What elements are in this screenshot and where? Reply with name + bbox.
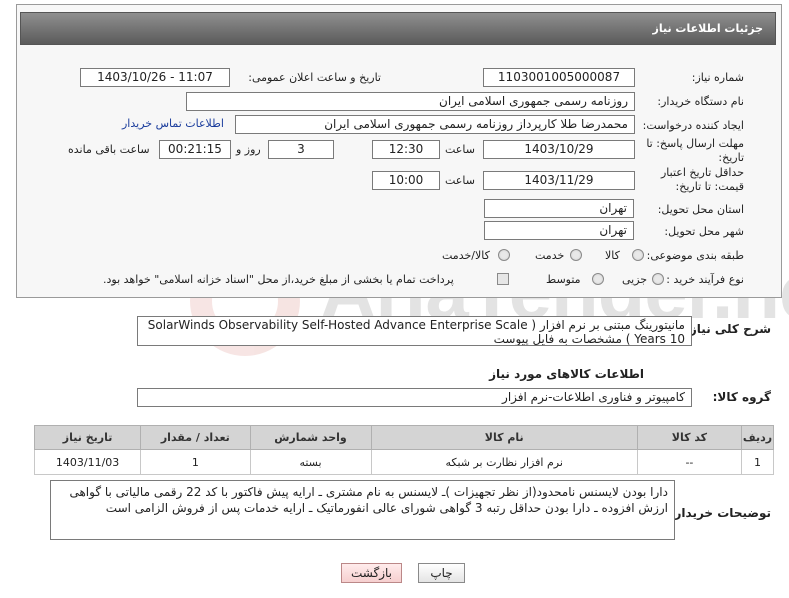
need-number-label: شماره نیاز:	[691, 71, 744, 84]
table-header-row: ردیف کد کالا نام کالا واحد شمارش تعداد /…	[33, 425, 775, 450]
cell-code: --	[636, 449, 742, 475]
deadline-date-field[interactable]: 1403/10/29	[483, 140, 635, 159]
col-name: نام کالا	[370, 425, 638, 450]
summary-line-2: 10 Years ) مشخصات به فایل پیوست	[493, 332, 685, 346]
days-field[interactable]: 3	[268, 140, 334, 159]
header-bar: جزئیات اطلاعات نیاز	[20, 12, 776, 45]
validity-time-label: ساعت	[445, 174, 475, 187]
print-button[interactable]: چاپ	[418, 563, 465, 583]
col-qty: تعداد / مقدار	[140, 425, 251, 450]
buyer-org-field[interactable]: روزنامه رسمی جمهوری اسلامی ایران	[186, 92, 635, 111]
purchase-type-label: نوع فرآیند خرید :	[666, 273, 744, 286]
goods-group-label: گروه کالا:	[712, 390, 771, 404]
announce-label: تاریخ و ساعت اعلان عمومی:	[248, 71, 381, 84]
radio-minor-label: جزیی	[622, 273, 648, 286]
buyer-org-label: نام دستگاه خریدار:	[657, 95, 744, 108]
summary-field[interactable]: مانیتورینگ مبتنی بر نرم افزار ( SolarWin…	[137, 316, 692, 346]
province-field[interactable]: تهران	[484, 199, 634, 218]
radio-medium-label: متوسط	[546, 273, 581, 286]
treasury-checkbox[interactable]	[497, 273, 509, 285]
radio-goods[interactable]	[632, 249, 644, 261]
announce-field[interactable]: 1403/10/26 - 11:07	[80, 68, 230, 87]
category-label: طبقه بندی موضوعی:	[646, 249, 744, 262]
validity-label: حداقل تاریخ اعتبار قیمت: تا تاریخ:	[660, 166, 744, 193]
page-title: جزئیات اطلاعات نیاز	[652, 22, 764, 35]
contact-info-link[interactable]: اطلاعات تماس خریدار	[122, 117, 224, 130]
cell-date: 1403/11/03	[33, 449, 142, 475]
need-number-field[interactable]: 1103001005000087	[483, 68, 635, 87]
validity-date-field[interactable]: 1403/11/29	[483, 171, 635, 190]
cell-unit: بسته	[249, 449, 372, 475]
buyer-notes-field[interactable]: دارا بودن لایسنس نامحدود(از نظر تجهیزات …	[50, 480, 675, 540]
remaining-time-field[interactable]: 00:21:15	[159, 140, 231, 159]
buyer-notes-label: توضیحات خریدار:	[669, 506, 771, 520]
cell-name: نرم افزار نظارت بر شبکه	[370, 449, 638, 475]
cell-qty: 1	[140, 449, 251, 475]
summary-label: شرح کلی نیاز:	[685, 322, 771, 336]
radio-service[interactable]	[570, 249, 582, 261]
goods-group-field[interactable]: کامپیوتر و فناوری اطلاعات-نرم افزار	[137, 388, 692, 407]
radio-goods-service[interactable]	[498, 249, 510, 261]
deadline-time-field[interactable]: 12:30	[372, 140, 440, 159]
creator-field[interactable]: محمدرضا طلا کارپرداز روزنامه رسمی جمهوری…	[235, 115, 635, 134]
payment-note: پرداخت تمام یا بخشی از مبلغ خرید،از محل …	[103, 273, 454, 286]
remaining-label: ساعت باقی مانده	[68, 143, 150, 156]
province-label: استان محل تحویل:	[657, 203, 744, 216]
items-table: ردیف کد کالا نام کالا واحد شمارش تعداد /…	[33, 425, 775, 475]
col-code: کد کالا	[636, 425, 742, 450]
creator-label: ایجاد کننده درخواست:	[642, 119, 744, 132]
radio-medium[interactable]	[592, 273, 604, 285]
days-label: روز و	[236, 143, 261, 156]
radio-minor[interactable]	[652, 273, 664, 285]
validity-time-field[interactable]: 10:00	[372, 171, 440, 190]
deadline-label: مهلت ارسال پاسخ: تا تاریخ:	[646, 137, 744, 164]
col-date: تاریخ نیاز	[33, 425, 142, 450]
table-row[interactable]: 1 -- نرم افزار نظارت بر شبکه بسته 1 1403…	[33, 449, 775, 475]
col-unit: واحد شمارش	[249, 425, 372, 450]
radio-goods-label: کالا	[605, 249, 620, 262]
back-button[interactable]: بازگشت	[341, 563, 402, 583]
cell-row: 1	[740, 449, 775, 475]
col-row: ردیف	[740, 425, 775, 450]
radio-goods-service-label: کالا/خدمت	[442, 249, 490, 262]
radio-service-label: خدمت	[535, 249, 565, 262]
deadline-time-label: ساعت	[445, 143, 475, 156]
city-field[interactable]: تهران	[484, 221, 634, 240]
goods-section-title: اطلاعات کالاهای مورد نیاز	[489, 367, 644, 381]
city-label: شهر محل تحویل:	[664, 225, 744, 238]
summary-line-1: مانیتورینگ مبتنی بر نرم افزار ( SolarWin…	[147, 318, 685, 332]
